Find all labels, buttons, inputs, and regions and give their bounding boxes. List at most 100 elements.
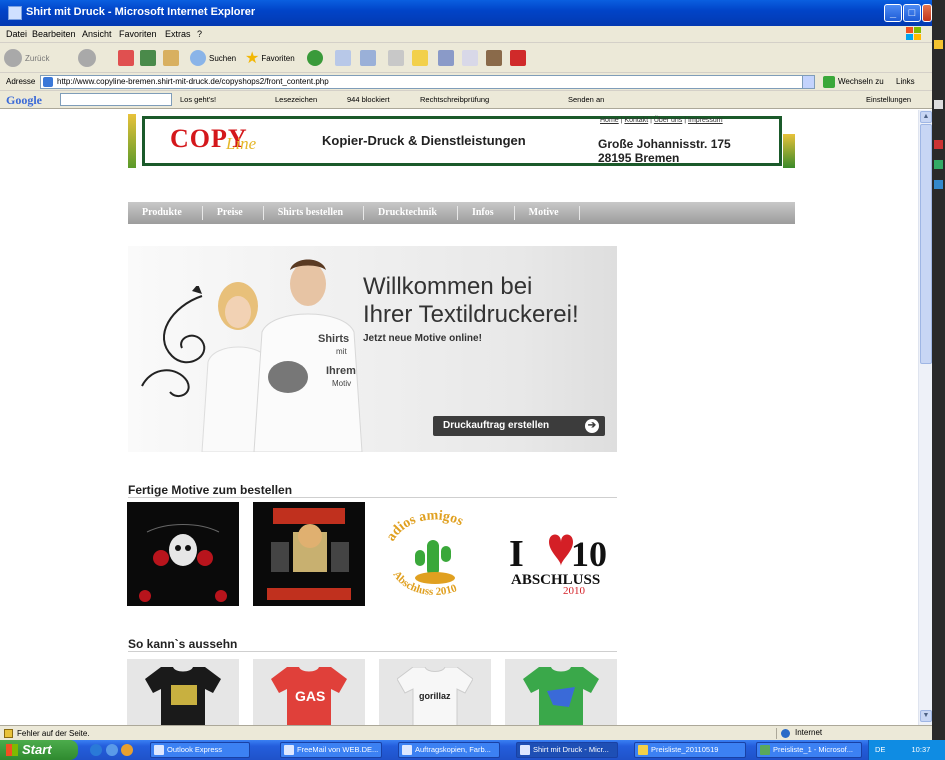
black-tshirt-image [145, 667, 221, 725]
nav-drucktechnik[interactable]: Drucktechnik [364, 206, 458, 220]
google-search-input[interactable] [60, 93, 172, 106]
task-preisliste-folder[interactable]: Preisliste_20110519 [634, 742, 746, 758]
menu-bar: Datei Bearbeiten Ansicht Favoriten Extra… [0, 26, 932, 43]
history-button[interactable] [335, 48, 351, 68]
go-button[interactable]: Wechseln zu [838, 77, 884, 86]
forward-button[interactable] [78, 48, 96, 68]
header-accent-left [128, 114, 136, 168]
scroll-thumb[interactable] [920, 124, 932, 364]
nav-shirts-bestellen[interactable]: Shirts bestellen [264, 206, 365, 220]
link-kontakt[interactable]: Kontakt [624, 117, 648, 124]
task-outlook-express[interactable]: Outlook Express [150, 742, 250, 758]
google-go-button[interactable]: Los geht's! [180, 95, 216, 104]
quicklaunch-desktop-icon[interactable] [106, 744, 118, 756]
mail-button[interactable] [360, 48, 376, 68]
bookmarks-button[interactable]: Lesezeichen [275, 95, 317, 104]
send-to-button[interactable]: Senden an [568, 95, 604, 104]
maximize-button[interactable]: □ [903, 4, 921, 22]
stop-button[interactable] [118, 48, 134, 68]
google-toolbar: Google Los geht's! Lesezeichen 944 block… [0, 91, 932, 109]
folder-icon [638, 745, 648, 755]
motifs-divider [128, 497, 617, 498]
quicklaunch-ie-icon[interactable] [90, 744, 102, 756]
link-home[interactable]: Home [600, 117, 619, 124]
minimize-button[interactable]: _ [884, 4, 902, 22]
toolbar-icon[interactable] [934, 100, 943, 109]
links-button[interactable]: Links [896, 77, 915, 86]
messenger-button[interactable] [438, 48, 454, 68]
home-button[interactable] [163, 48, 179, 68]
address-input[interactable]: http://www.copyline-bremen.shirt-mit-dru… [40, 75, 815, 89]
nav-infos[interactable]: Infos [458, 206, 515, 220]
nav-produkte[interactable]: Produkte [128, 206, 203, 220]
ie-icon [520, 745, 530, 755]
print-button[interactable] [388, 48, 404, 68]
task-label: Shirt mit Druck - Micr... [533, 745, 609, 754]
google-logo[interactable]: Google [6, 93, 42, 108]
example-red-shirt[interactable]: GAS [253, 659, 365, 725]
popup-blocked-counter[interactable]: 944 blockiert [347, 95, 390, 104]
example-green-shirt[interactable] [505, 659, 617, 725]
task-shirt-mit-druck[interactable]: Shirt mit Druck - Micr... [516, 742, 618, 758]
hero-subline: Jetzt neue Motive online! [363, 333, 482, 344]
menu-favoriten[interactable]: Favoriten [119, 29, 157, 39]
kaspersky-button[interactable] [510, 48, 526, 68]
menu-extras[interactable]: Extras [165, 29, 191, 39]
page-error-icon[interactable] [4, 729, 13, 738]
task-auftragskopien[interactable]: Auftragskopien, Farb... [398, 742, 500, 758]
main-nav: Produkte Preise Shirts bestellen Druckte… [128, 202, 795, 224]
nav-preise[interactable]: Preise [203, 206, 264, 220]
language-indicator[interactable]: DE [875, 745, 885, 754]
vertical-scrollbar[interactable]: ▲ ▼ [918, 110, 932, 725]
nav-motive[interactable]: Motive [515, 206, 580, 220]
example-black-shirt[interactable] [127, 659, 239, 725]
toolbar-icon[interactable] [934, 180, 943, 189]
address-url: http://www.copyline-bremen.shirt-mit-dru… [57, 77, 329, 86]
link-ueber-uns[interactable]: Über uns [654, 117, 682, 124]
motif-wir-gaben-alles[interactable] [253, 502, 365, 606]
security-zone: Internet [776, 728, 926, 739]
back-button[interactable]: Zurück [4, 48, 49, 68]
task-freemail[interactable]: FreeMail von WEB.DE... [280, 742, 382, 758]
motif-skull-roses[interactable] [127, 502, 239, 606]
media-button[interactable] [307, 48, 323, 68]
search-button[interactable]: Suchen [190, 48, 236, 68]
go-arrow-icon[interactable] [823, 76, 835, 88]
copyline-logo-script: Line [226, 134, 257, 153]
refresh-button[interactable] [140, 48, 156, 68]
motif-i-love-10[interactable]: I 10 ABSCHLUSS 2010 [505, 502, 617, 606]
task-preisliste-excel[interactable]: Preisliste_1 - Microsof... [756, 742, 862, 758]
edit-button[interactable] [412, 48, 428, 68]
task-label: FreeMail von WEB.DE... [297, 745, 379, 754]
addon-button[interactable] [486, 48, 502, 68]
task-label: Preisliste_1 - Microsof... [773, 745, 854, 754]
scroll-down-button[interactable]: ▼ [920, 710, 932, 722]
close-button[interactable] [922, 4, 932, 22]
quicklaunch-media-icon[interactable] [121, 744, 133, 756]
start-button[interactable]: Start [0, 740, 78, 760]
link-impressum[interactable]: Impressum [688, 117, 723, 124]
menu-datei[interactable]: Datei [6, 29, 27, 39]
motif-adios-amigos[interactable]: adios amigos Abschluss 2010 [379, 502, 491, 606]
address-dropdown-button[interactable] [802, 76, 814, 88]
status-text[interactable]: Fehler auf der Seite. [17, 729, 89, 738]
research-button[interactable] [462, 48, 478, 68]
header-accent-right [783, 134, 795, 168]
settings-button[interactable]: Einstellungen [866, 95, 911, 104]
example-white-shirt[interactable]: gorillaz [379, 659, 491, 725]
toolbar-icon[interactable] [934, 140, 943, 149]
menu-help[interactable]: ? [197, 29, 202, 39]
clock[interactable]: 10:37 [912, 745, 931, 754]
toolbar-icon[interactable] [934, 40, 943, 49]
favorites-button[interactable]: ★ Favoriten [245, 48, 295, 68]
create-print-order-button[interactable]: Druckauftrag erstellen ➔ [433, 416, 605, 436]
scroll-up-button[interactable]: ▲ [920, 111, 932, 123]
menu-ansicht[interactable]: Ansicht [82, 29, 112, 39]
back-arrow-icon [4, 49, 22, 67]
spellcheck-button[interactable]: Rechtschreibprüfung [420, 95, 489, 104]
home-icon [163, 50, 179, 66]
menu-bearbeiten[interactable]: Bearbeiten [32, 29, 76, 39]
toolbar-icon[interactable] [934, 160, 943, 169]
forward-arrow-icon [78, 49, 96, 67]
print-icon [388, 50, 404, 66]
